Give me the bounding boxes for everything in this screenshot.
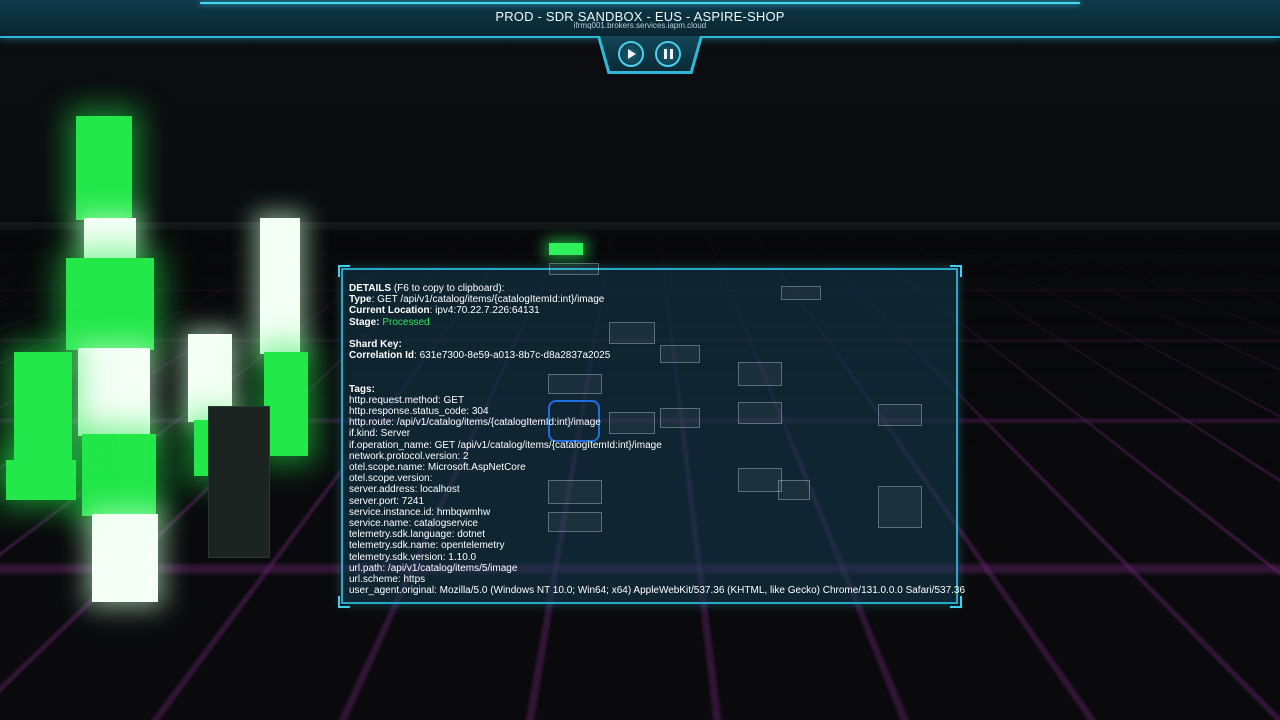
- tag-item: otel.scope.version:: [349, 473, 433, 485]
- tag-item: url.path: /api/v1/catalog/items/5/image: [349, 562, 518, 574]
- tag-item: telemetry.sdk.language: dotnet: [349, 529, 486, 541]
- tag-item: http.request.method: GET: [349, 394, 465, 406]
- play-icon: [628, 49, 636, 59]
- tag-item: telemetry.sdk.name: opentelemetry: [349, 540, 505, 552]
- details-heading: DETAILS: [349, 283, 392, 294]
- tag-item: otel.scope.name: Microsoft.AspNetCore: [349, 462, 526, 473]
- playback-controls: [600, 36, 700, 71]
- details-text: DETAILS (F6 to copy to clipboard): Type:…: [349, 283, 966, 597]
- header-bar: PROD - SDR SANDBOX - EUS - ASPIRE-SHOP i…: [0, 0, 1280, 38]
- message-block[interactable]: [82, 434, 156, 516]
- stage-value: Processed: [382, 316, 430, 328]
- tag-item: user_agent.original: Mozilla/5.0 (Window…: [349, 585, 966, 597]
- tag-item: service.instance.id: hmbqwmhw: [349, 506, 491, 518]
- location-label: Current Location: [349, 305, 430, 317]
- tag-item: telemetry.sdk.version: 1.10.0: [349, 551, 477, 563]
- tag-item: http.response.status_code: 304: [349, 406, 489, 418]
- message-block[interactable]: [76, 116, 132, 220]
- panel-corner: [950, 596, 962, 608]
- scene-viewport[interactable]: PROD - SDR SANDBOX - EUS - ASPIRE-SHOP i…: [0, 0, 1280, 720]
- pause-icon: [663, 49, 673, 59]
- message-block[interactable]: [66, 258, 154, 350]
- panel-corner: [338, 265, 350, 277]
- tag-item: network.protocol.version: 2: [349, 450, 469, 462]
- tag-item: if.kind: Server: [349, 428, 411, 440]
- tags-label: Tags: [349, 383, 372, 395]
- message-block[interactable]: [208, 406, 270, 558]
- panel-corner: [950, 265, 962, 277]
- message-block[interactable]: [78, 348, 150, 436]
- pause-button[interactable]: [655, 41, 681, 67]
- panel-corner: [338, 596, 350, 608]
- message-block[interactable]: [92, 514, 158, 602]
- shard-label: Shard Key: [349, 338, 399, 350]
- broker-host: ifrmq001.brokers.services.iapm.cloud: [573, 21, 707, 30]
- details-hint: (F6 to copy to clipboard):: [391, 283, 505, 294]
- type-label: Type: [349, 294, 372, 306]
- message-block[interactable]: [264, 352, 308, 456]
- stage-label: Stage: [349, 316, 377, 328]
- message-block[interactable]: [6, 460, 76, 500]
- message-block[interactable]: [84, 218, 136, 260]
- tag-item: url.scheme: https: [349, 573, 426, 585]
- location-value: : ipv4:70.22.7.226:64131: [429, 305, 540, 317]
- tag-item: http.route: /api/v1/catalog/items/{catal…: [349, 417, 601, 429]
- type-value: : GET /api/v1/catalog/items/{catalogItem…: [371, 294, 605, 306]
- tag-list: http.request.method: GET http.response.s…: [349, 394, 966, 597]
- message-block[interactable]: [260, 218, 300, 354]
- tag-item: if.operation_name: GET /api/v1/catalog/i…: [349, 439, 662, 451]
- play-button[interactable]: [618, 41, 644, 67]
- correlation-label: Correlation Id: [349, 350, 415, 362]
- tag-item: server.address: localhost: [349, 484, 460, 496]
- correlation-value: : 631e7300-8e59-a013-8b7c-d8a2837a2025: [414, 350, 611, 362]
- tag-item: service.name: catalogservice: [349, 517, 478, 529]
- message-block[interactable]: [14, 352, 72, 468]
- horizon-line: [0, 222, 1280, 230]
- tag-item: server.port: 7241: [349, 495, 425, 507]
- message-block[interactable]: [549, 243, 583, 255]
